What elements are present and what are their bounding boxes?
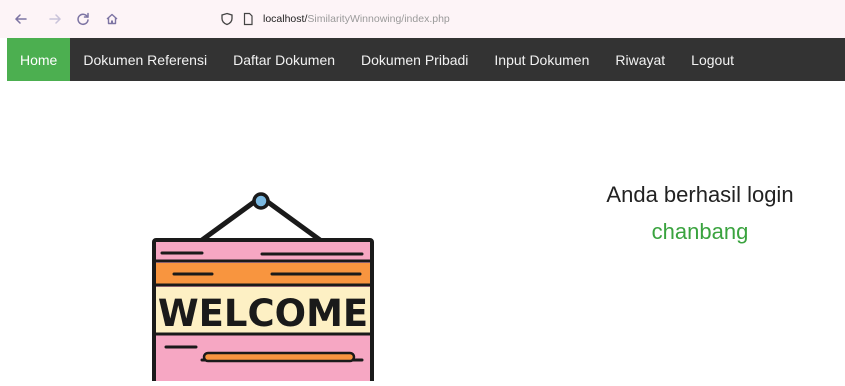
browser-toolbar: localhost/SimilarityWinnowing/index.php: [0, 0, 845, 38]
sign-text: WELCOME: [158, 292, 368, 335]
welcome-sign-image: WELCOME: [152, 190, 376, 386]
tracking-shield-icon[interactable]: [219, 11, 235, 27]
login-success-message: Anda berhasil login: [606, 182, 794, 207]
address-bar-url[interactable]: localhost/SimilarityWinnowing/index.php: [263, 11, 450, 27]
nav-dokumen-referensi[interactable]: Dokumen Referensi: [70, 38, 220, 81]
nav-dokumen-pribadi[interactable]: Dokumen Pribadi: [348, 38, 481, 81]
forward-arrow-icon[interactable]: [46, 10, 64, 28]
nav-daftar-dokumen[interactable]: Daftar Dokumen: [220, 38, 348, 81]
reload-icon[interactable]: [74, 10, 92, 28]
username-label: chanbang: [651, 219, 749, 244]
top-navigation: Home Dokumen Referensi Daftar Dokumen Do…: [7, 38, 845, 81]
login-status-panel: Anda berhasil login chanbang: [560, 180, 840, 247]
home-icon[interactable]: [103, 10, 121, 28]
nav-input-dokumen[interactable]: Input Dokumen: [481, 38, 602, 81]
page-info-icon[interactable]: [240, 11, 256, 27]
back-arrow-icon[interactable]: [12, 10, 30, 28]
url-path: SimilarityWinnowing/index.php: [307, 13, 450, 25]
nav-logout[interactable]: Logout: [678, 38, 747, 81]
nav-riwayat[interactable]: Riwayat: [602, 38, 678, 81]
url-host: localhost/: [263, 13, 308, 25]
nav-home[interactable]: Home: [7, 38, 71, 81]
